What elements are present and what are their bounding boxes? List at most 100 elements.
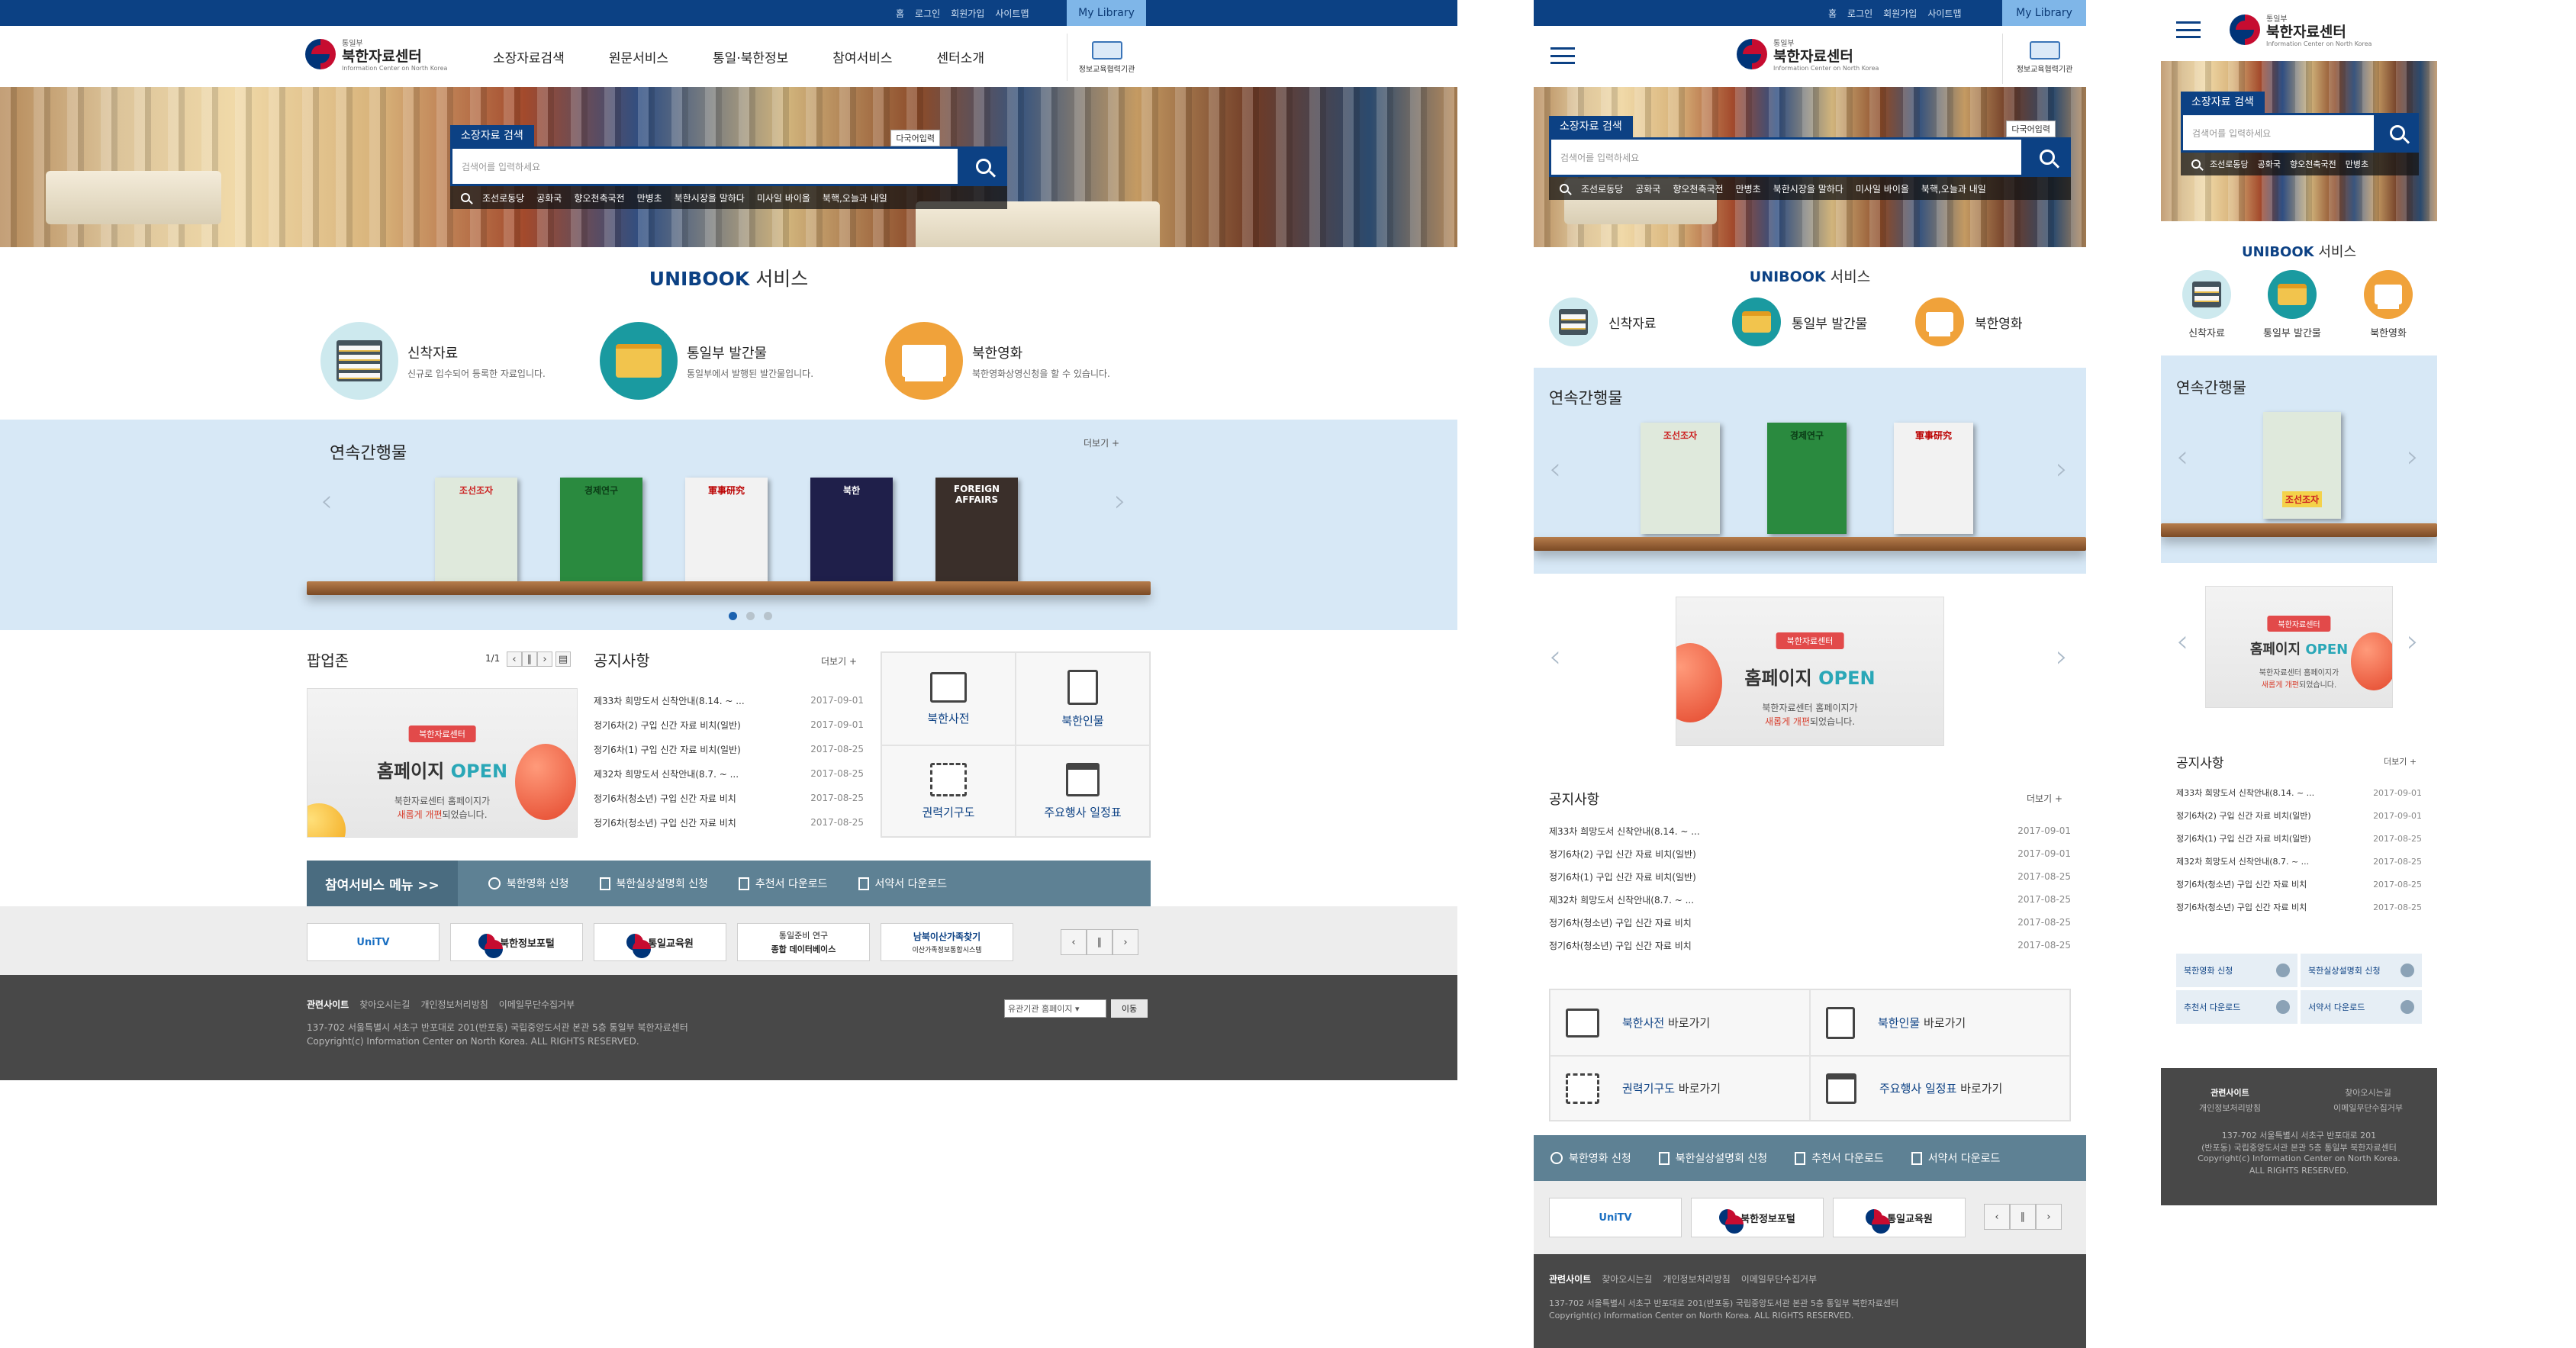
footer-link[interactable]: 찾아오시는길 (359, 998, 410, 1011)
magazine-cover[interactable]: 軍事研究 (685, 478, 768, 583)
service-publications[interactable]: 통일부 발간물 (2263, 270, 2321, 339)
notice-item[interactable]: 제32차 희망도서 신착안내(8.7. ~ ... 2017-08-25 (1549, 888, 2071, 911)
participation-pledge[interactable]: 서약서 다운로드 (1911, 1150, 2000, 1166)
notice-item[interactable]: 제32차 희망도서 신착안내(8.7. ~ ... 2017-08-25 (594, 761, 864, 786)
keyword-link[interactable]: 북한시장을 말하다 (675, 191, 745, 204)
quick-film-request[interactable]: 북한영화 신청 (2176, 954, 2297, 987)
notice-item[interactable]: 제33차 희망도서 신착안내(8.14. ~ ... 2017-09-01 (1549, 819, 2071, 842)
family-pause-icon[interactable]: ∥ (2010, 1204, 2036, 1230)
quick-recommend-download[interactable]: 추천서 다운로드 (2176, 990, 2297, 1024)
keyword-link[interactable]: 공화국 (2258, 158, 2281, 170)
hamburger-menu-icon[interactable] (1550, 47, 1575, 64)
notice-item[interactable]: 제32차 희망도서 신착안내(8.7. ~ ... 2017-08-25 (2176, 850, 2422, 873)
next-arrow-icon[interactable]: › (2407, 439, 2419, 475)
quick-event-schedule[interactable]: 주요행사 일정표 바로가기 (1810, 1056, 2070, 1121)
site-logo[interactable]: 통일부 북한자료센터 Information Center on North K… (2230, 12, 2372, 47)
keyword-link[interactable]: 향오천축국전 (1673, 182, 1723, 195)
nav-collection-search[interactable]: 소장자료검색 (493, 47, 565, 66)
quick-event-schedule[interactable]: 주요행사 일정표 (1016, 745, 1150, 837)
footer-link[interactable]: 이메일무단수집거부 (499, 998, 575, 1011)
util-home[interactable]: 홈 (1828, 7, 1837, 20)
notice-more-link[interactable]: 더보기 + (821, 655, 857, 668)
service-publications[interactable]: 통일부 발간물 통일부에서 발행된 발간물입니다. (600, 322, 813, 400)
participation-briefing[interactable]: 북한실상설명회 신청 (1658, 1150, 1767, 1166)
participation-pledge[interactable]: 서약서 다운로드 (858, 876, 947, 891)
hamburger-menu-icon[interactable] (2176, 21, 2201, 38)
footer-link[interactable]: 찾아오시는길 (2299, 1086, 2437, 1099)
search-button[interactable] (2376, 113, 2419, 153)
quick-briefing-request[interactable]: 북한실상설명회 신청 (2301, 954, 2422, 987)
go-button[interactable]: 이동 (1111, 999, 1148, 1018)
banner-next-arrow-icon[interactable]: › (2056, 639, 2068, 674)
util-login[interactable]: 로그인 (1847, 7, 1872, 20)
family-separated-families[interactable]: 남북이산가족찾기 이산가족정보통합시스템 (881, 923, 1013, 961)
footer-link[interactable]: 개인정보처리방침 (1663, 1272, 1730, 1285)
footer-link[interactable]: 관련사이트 (307, 998, 349, 1011)
keyword-link[interactable]: 만병초 (2346, 158, 2368, 170)
footer-link[interactable]: 이메일무단수집거부 (2299, 1102, 2437, 1114)
multilang-input-button[interactable]: 다국어입력 (890, 130, 940, 146)
notice-item[interactable]: 정기6차(2) 구입 신간 자료 비치(일반) 2017-09-01 (1549, 842, 2071, 865)
participation-briefing[interactable]: 북한실상설명회 신청 (599, 876, 708, 891)
family-prev-icon[interactable]: ‹ (1984, 1204, 2010, 1230)
multilang-input-button[interactable]: 다국어입력 (2006, 121, 2056, 137)
magazine-cover[interactable]: 軍事研究 (1894, 423, 1973, 534)
util-sitemap[interactable]: 사이트맵 (995, 7, 1029, 20)
banner-prev-arrow-icon[interactable]: ‹ (1549, 639, 1561, 674)
prev-arrow-icon[interactable]: ‹ (2176, 439, 2188, 475)
service-new-arrivals[interactable]: 신착자료 (1549, 298, 1657, 346)
keyword-link[interactable]: 만병초 (1736, 182, 1761, 195)
footer-link[interactable]: 개인정보처리방침 (420, 998, 488, 1011)
service-new-arrivals[interactable]: 신착자료 (2182, 270, 2231, 339)
search-input[interactable]: 검색어를 입력하세요 (2181, 113, 2376, 153)
footer-link[interactable]: 개인정보처리방침 (2161, 1102, 2299, 1114)
quick-nk-people[interactable]: 북한인물 바로가기 (1810, 989, 2070, 1056)
notice-item[interactable]: 정기6차(청소년) 구입 신간 자료 비치 2017-08-25 (1549, 911, 2071, 934)
keyword-link[interactable]: 북핵,오늘과 내일 (1921, 182, 1986, 195)
family-research-db[interactable]: 통일준비 연구 종합 데이터베이스 (737, 923, 870, 961)
service-publications[interactable]: 통일부 발간물 (1732, 298, 1867, 346)
notice-item[interactable]: 제33차 희망도서 신착안내(8.14. ~ ... 2017-09-01 (594, 688, 864, 713)
keyword-link[interactable]: 만병초 (637, 191, 662, 204)
search-button[interactable] (960, 146, 1007, 186)
notice-item[interactable]: 정기6차(청소년) 구입 신간 자료 비치 2017-08-25 (1549, 934, 2071, 957)
popup-next-icon[interactable]: › (537, 651, 552, 667)
magazine-cover[interactable]: 조선조자 (435, 478, 517, 583)
family-nk-portal[interactable]: 북한정보포털 (450, 923, 583, 961)
family-next-icon[interactable]: › (1113, 929, 1138, 955)
util-join[interactable]: 회원가입 (1883, 7, 1917, 20)
footer-link[interactable]: 찾아오시는길 (1602, 1272, 1652, 1285)
notice-item[interactable]: 정기6차(청소년) 구입 신간 자료 비치 2017-08-25 (2176, 873, 2422, 896)
site-logo[interactable]: 통일부 북한자료센터 Information Center on North K… (1737, 37, 1879, 72)
keyword-link[interactable]: 향오천축국전 (2290, 158, 2336, 170)
search-input[interactable]: 검색어를 입력하세요 (1549, 137, 2024, 177)
quick-nk-dictionary[interactable]: 북한사전 (881, 652, 1016, 745)
quick-org-chart[interactable]: 권력기구도 (881, 745, 1016, 837)
keyword-link[interactable]: 북한시장을 말하다 (1773, 182, 1843, 195)
notice-item[interactable]: 정기6차(2) 구입 신간 자료 비치(일반) 2017-09-01 (594, 713, 864, 737)
notice-more-link[interactable]: 더보기 + (2384, 755, 2417, 767)
family-pause-icon[interactable]: ∥ (1087, 929, 1113, 955)
banner-next-arrow-icon[interactable]: › (2407, 624, 2419, 659)
keyword-link[interactable]: 미사일 바이올 (757, 191, 810, 204)
notice-item[interactable]: 제33차 희망도서 신착안내(8.14. ~ ... 2017-09-01 (2176, 781, 2422, 804)
participation-recommend[interactable]: 추천서 다운로드 (1795, 1150, 1884, 1166)
footer-link[interactable]: 관련사이트 (1549, 1272, 1591, 1285)
search-input[interactable]: 검색어를 입력하세요 (450, 146, 960, 186)
notice-more-link[interactable]: 더보기 + (2027, 792, 2062, 805)
site-logo[interactable]: 통일부 북한자료센터 Information Center on North K… (305, 37, 447, 72)
search-button[interactable] (2024, 137, 2071, 177)
banner-prev-arrow-icon[interactable]: ‹ (2176, 624, 2188, 659)
participation-film[interactable]: 북한영화 신청 (488, 876, 569, 891)
keyword-link[interactable]: 조선로동당 (482, 191, 524, 204)
quick-pledge-download[interactable]: 서약서 다운로드 (2301, 990, 2422, 1024)
util-join[interactable]: 회원가입 (951, 7, 984, 20)
my-library-button[interactable]: My Library (1067, 0, 1146, 26)
util-login[interactable]: 로그인 (915, 7, 940, 20)
family-nk-portal[interactable]: 북한정보포털 (1691, 1198, 1824, 1237)
family-edu-institute[interactable]: 통일교육원 (1833, 1198, 1966, 1237)
popup-list-icon[interactable]: ▤ (555, 651, 571, 667)
dot[interactable] (746, 612, 755, 620)
service-nk-film[interactable]: 북한영화 (2364, 270, 2413, 339)
keyword-link[interactable]: 조선로동당 (2210, 158, 2249, 170)
